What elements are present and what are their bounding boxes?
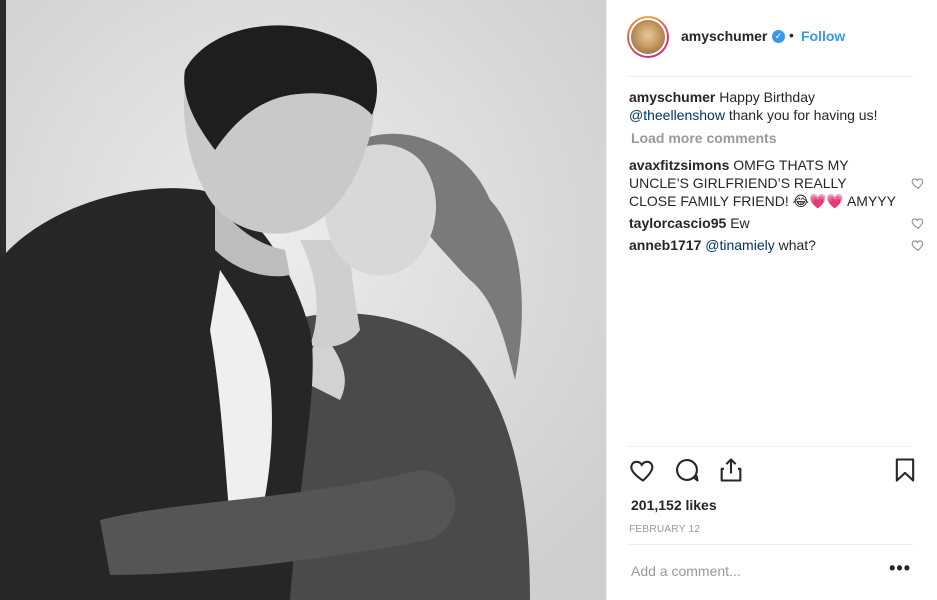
comment-text: what?	[778, 237, 816, 253]
comment-username[interactable]: anneb1717	[629, 237, 701, 253]
caption-mention[interactable]: @theellenshow	[629, 107, 725, 123]
comment-item: anneb1717 @tinamiely what?	[629, 236, 924, 254]
avatar-image	[629, 18, 667, 56]
verified-badge-icon: ✓	[772, 30, 785, 43]
post-header: amyschumer ✓ • Follow	[607, 0, 937, 76]
header-divider	[627, 76, 913, 77]
comment-icon[interactable]	[673, 456, 701, 484]
comment-username[interactable]: avaxfitzsimons	[629, 157, 729, 173]
post-date[interactable]: FEBRUARY 12	[629, 524, 700, 535]
likes-count[interactable]: 201,152 likes	[631, 497, 717, 513]
post-side-panel: amyschumer ✓ • Follow amyschumer Happy B…	[606, 0, 937, 600]
comment-like-heart-icon[interactable]	[911, 216, 925, 230]
load-more-comments-button[interactable]: Load more comments	[631, 130, 919, 146]
header-separator: •	[789, 27, 794, 43]
comment-item: taylorcascio95 Ew	[629, 214, 924, 232]
header-username[interactable]: amyschumer	[681, 28, 767, 44]
comment-like-heart-icon[interactable]	[911, 176, 925, 190]
post-photo[interactable]	[0, 0, 606, 600]
caption-text-after: thank you for having us!	[728, 107, 878, 123]
comment-username[interactable]: taylorcascio95	[629, 215, 726, 231]
comment-item: avaxfitzsimons OMFG THATS MY UNCLE’S GIR…	[629, 156, 924, 210]
user-avatar[interactable]	[627, 16, 669, 58]
comment-box-divider	[627, 544, 913, 545]
photo-illustration	[0, 0, 606, 600]
instagram-post-page: amyschumer ✓ • Follow amyschumer Happy B…	[0, 0, 937, 600]
bookmark-icon[interactable]	[891, 456, 919, 484]
post-actions-bar	[629, 456, 919, 490]
comment-mention[interactable]: @tinamiely	[705, 237, 774, 253]
comment-text: Ew	[730, 215, 750, 231]
actions-divider	[627, 446, 913, 447]
caption-text-before: Happy Birthday	[719, 89, 815, 105]
comment-like-heart-icon[interactable]	[911, 238, 925, 252]
share-icon[interactable]	[717, 456, 745, 484]
heart-icon[interactable]	[629, 456, 657, 484]
comments-section: amyschumer Happy Birthday @theellenshow …	[629, 88, 924, 258]
more-options-button[interactable]: •••	[889, 558, 911, 579]
caption-username[interactable]: amyschumer	[629, 89, 715, 105]
follow-button[interactable]: Follow	[801, 28, 845, 44]
caption: amyschumer Happy Birthday @theellenshow …	[629, 88, 919, 124]
add-comment-input[interactable]: Add a comment...	[631, 563, 741, 579]
